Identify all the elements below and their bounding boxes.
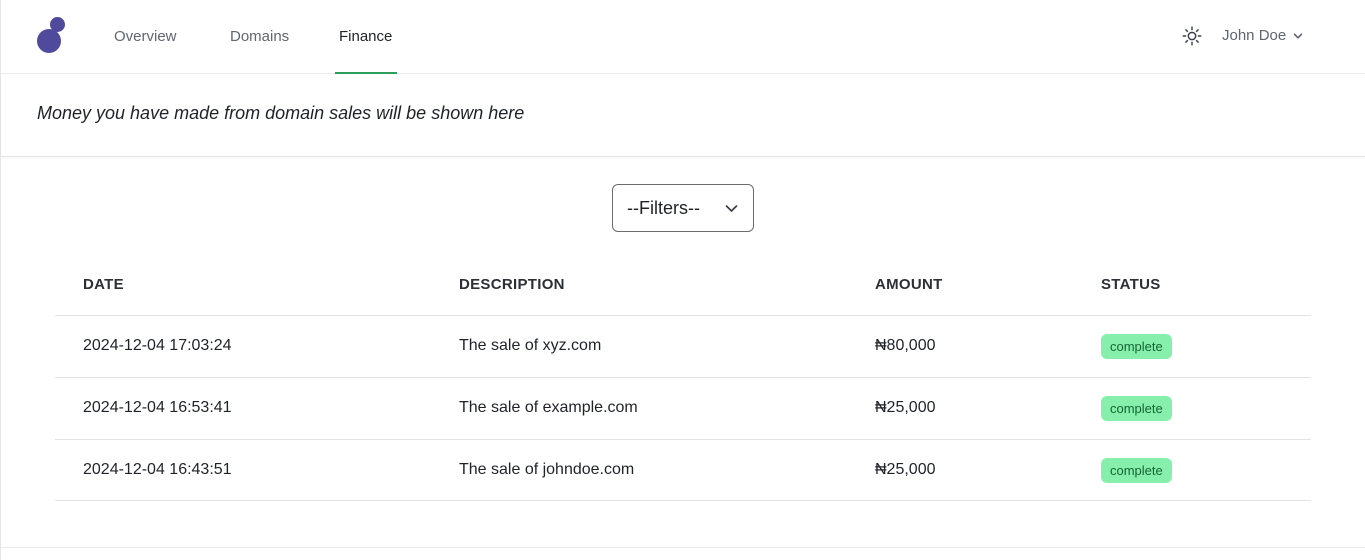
top-navbar: Overview Domains Finance John Doe <box>1 0 1365 74</box>
finance-page: Overview Domains Finance John Doe Money … <box>0 0 1365 560</box>
row-description: The sale of johndoe.com <box>459 461 635 478</box>
filters-dropdown[interactable]: --Filters-- <box>612 184 754 232</box>
status-badge: complete <box>1101 458 1172 483</box>
row-amount: ₦80,000 <box>875 337 936 354</box>
logo-dot-big <box>37 29 61 53</box>
column-header-status: STATUS <box>1101 276 1161 293</box>
transactions-table: DATE DESCRIPTION AMOUNT STATUS 2024-12-0… <box>55 254 1311 501</box>
column-header-amount: AMOUNT <box>875 276 943 293</box>
tab-domains[interactable]: Domains <box>230 0 289 74</box>
footer-divider <box>1 547 1365 548</box>
sun-icon[interactable] <box>1181 25 1203 47</box>
filters-selected: --Filters-- <box>627 197 700 218</box>
user-menu[interactable]: John Doe <box>1222 24 1304 46</box>
info-banner: Money you have made from domain sales wi… <box>1 74 1365 157</box>
row-date: 2024-12-04 17:03:24 <box>83 337 232 354</box>
row-description: The sale of example.com <box>459 399 638 416</box>
tab-finance[interactable]: Finance <box>334 0 398 74</box>
row-description: The sale of xyz.com <box>459 337 602 354</box>
banner-text: Money you have made from domain sales wi… <box>37 103 525 123</box>
table-row: 2024-12-04 16:43:51 The sale of johndoe.… <box>55 440 1311 501</box>
row-amount: ₦25,000 <box>875 399 936 416</box>
row-date: 2024-12-04 16:53:41 <box>83 399 232 416</box>
chevron-down-icon <box>725 205 738 212</box>
status-badge: complete <box>1101 334 1172 359</box>
status-badge: complete <box>1101 396 1172 421</box>
column-header-description: DESCRIPTION <box>459 276 565 293</box>
table-header: DATE DESCRIPTION AMOUNT STATUS <box>55 254 1311 316</box>
logo[interactable] <box>37 17 67 55</box>
column-header-date: DATE <box>83 276 124 293</box>
row-amount: ₦25,000 <box>875 461 936 478</box>
table-row: 2024-12-04 17:03:24 The sale of xyz.com … <box>55 316 1311 378</box>
chevron-down-icon <box>1293 33 1303 39</box>
table-row: 2024-12-04 16:53:41 The sale of example.… <box>55 378 1311 440</box>
user-name: John Doe <box>1222 26 1287 44</box>
tab-overview[interactable]: Overview <box>114 0 177 74</box>
row-date: 2024-12-04 16:43:51 <box>83 461 232 478</box>
